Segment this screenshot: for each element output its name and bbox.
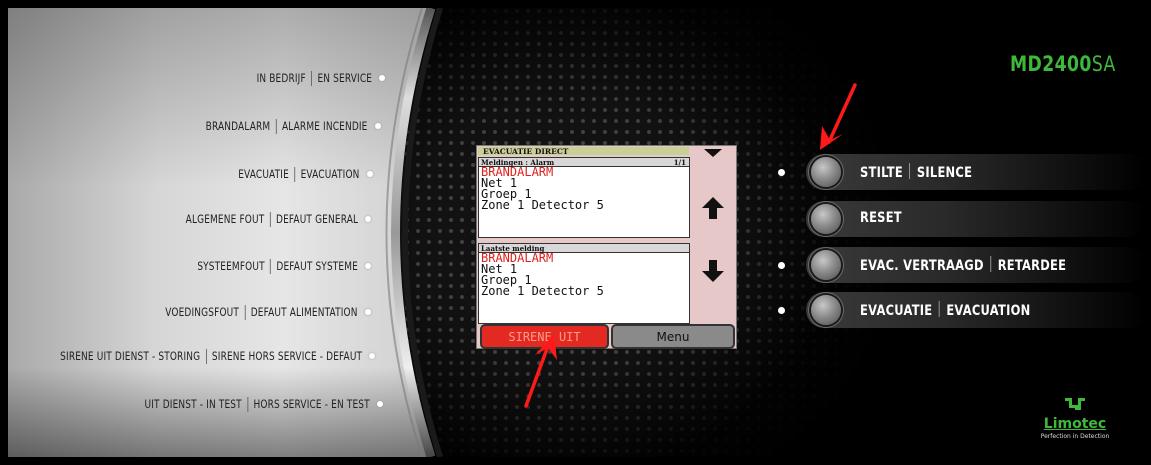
annotation-arrows — [524, 83, 857, 408]
annotation-arrow-icon — [820, 83, 857, 150]
annotation-arrow-icon — [524, 334, 557, 408]
fire-panel: IN BEDRIJF EN SERVICE BRANDALARM ALARME IN… — [8, 8, 1143, 457]
